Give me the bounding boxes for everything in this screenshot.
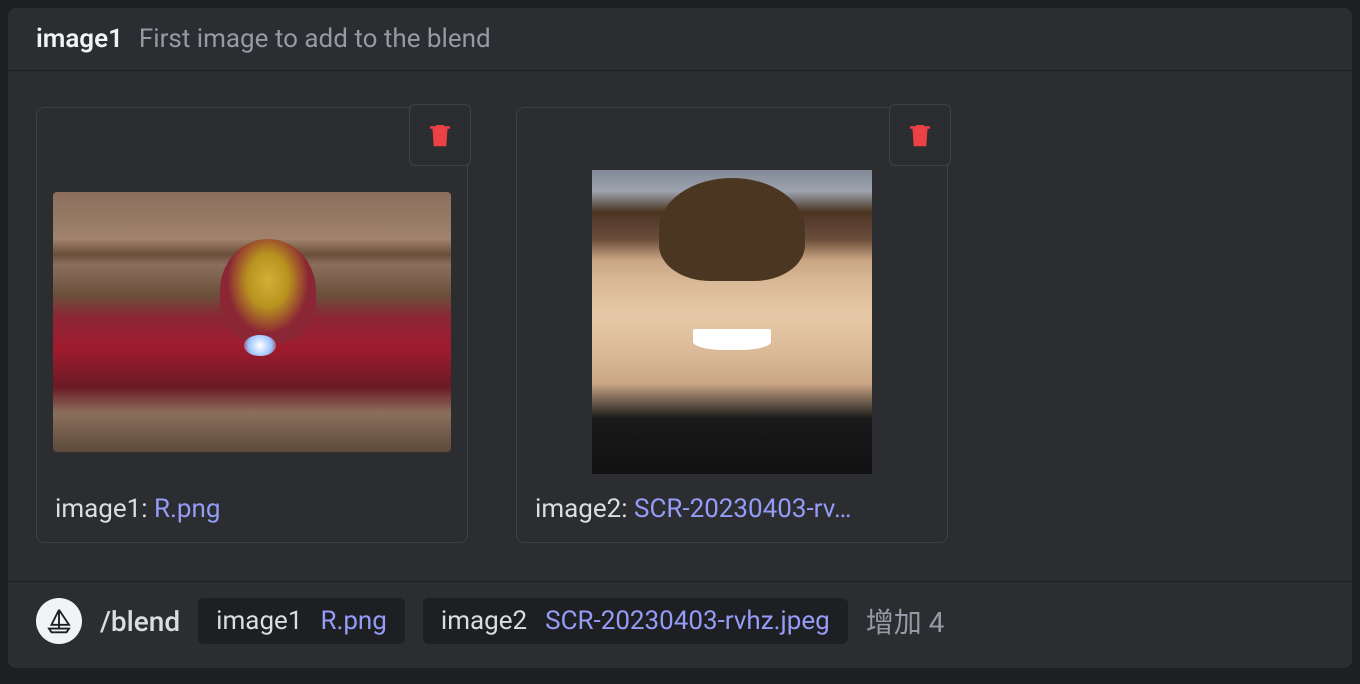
attachment-card: image2: SCR-20230403-rv… xyxy=(516,107,948,543)
param-name-label: image1 xyxy=(36,24,123,54)
remove-attachment-button[interactable] xyxy=(409,104,471,166)
attachment-label: image1: R.png xyxy=(51,484,453,528)
image-preview xyxy=(53,192,451,452)
param-pill-name: image1 xyxy=(198,598,320,644)
attachment-thumbnail[interactable] xyxy=(531,170,933,474)
param-description: First image to add to the blend xyxy=(139,24,491,54)
param-pill[interactable]: image1 R.png xyxy=(198,598,405,644)
trash-icon xyxy=(425,120,455,150)
attachment-param-name: image1 xyxy=(55,494,141,524)
image-preview xyxy=(592,170,872,474)
param-pill[interactable]: image2 SCR-20230403-rvhz.jpeg xyxy=(423,598,848,644)
param-pill-name: image2 xyxy=(423,598,545,644)
remove-attachment-button[interactable] xyxy=(889,104,951,166)
attachments-row: image1: R.png image2: SCR-20230403-rv… xyxy=(8,71,1352,581)
add-more-params[interactable]: 增加 4 xyxy=(866,601,945,641)
param-pill-value: R.png xyxy=(320,598,404,644)
trash-icon xyxy=(905,120,935,150)
bot-avatar xyxy=(36,598,82,644)
slash-command[interactable]: /blend xyxy=(100,605,180,638)
attachment-card: image1: R.png xyxy=(36,107,468,543)
attachment-filename[interactable]: SCR-20230403-rv… xyxy=(634,494,851,524)
command-panel: image1 First image to add to the blend i… xyxy=(8,8,1352,668)
attachment-filename[interactable]: R.png xyxy=(154,494,220,524)
attachment-param-name: image2 xyxy=(535,494,621,524)
param-tooltip-header: image1 First image to add to the blend xyxy=(8,8,1352,71)
attachment-thumbnail[interactable] xyxy=(51,170,453,474)
attachment-label: image2: SCR-20230403-rv… xyxy=(531,484,933,528)
command-input-bar[interactable]: /blend image1 R.png image2 SCR-20230403-… xyxy=(8,581,1352,668)
param-pill-value: SCR-20230403-rvhz.jpeg xyxy=(545,598,848,644)
sailboat-icon xyxy=(44,606,74,636)
